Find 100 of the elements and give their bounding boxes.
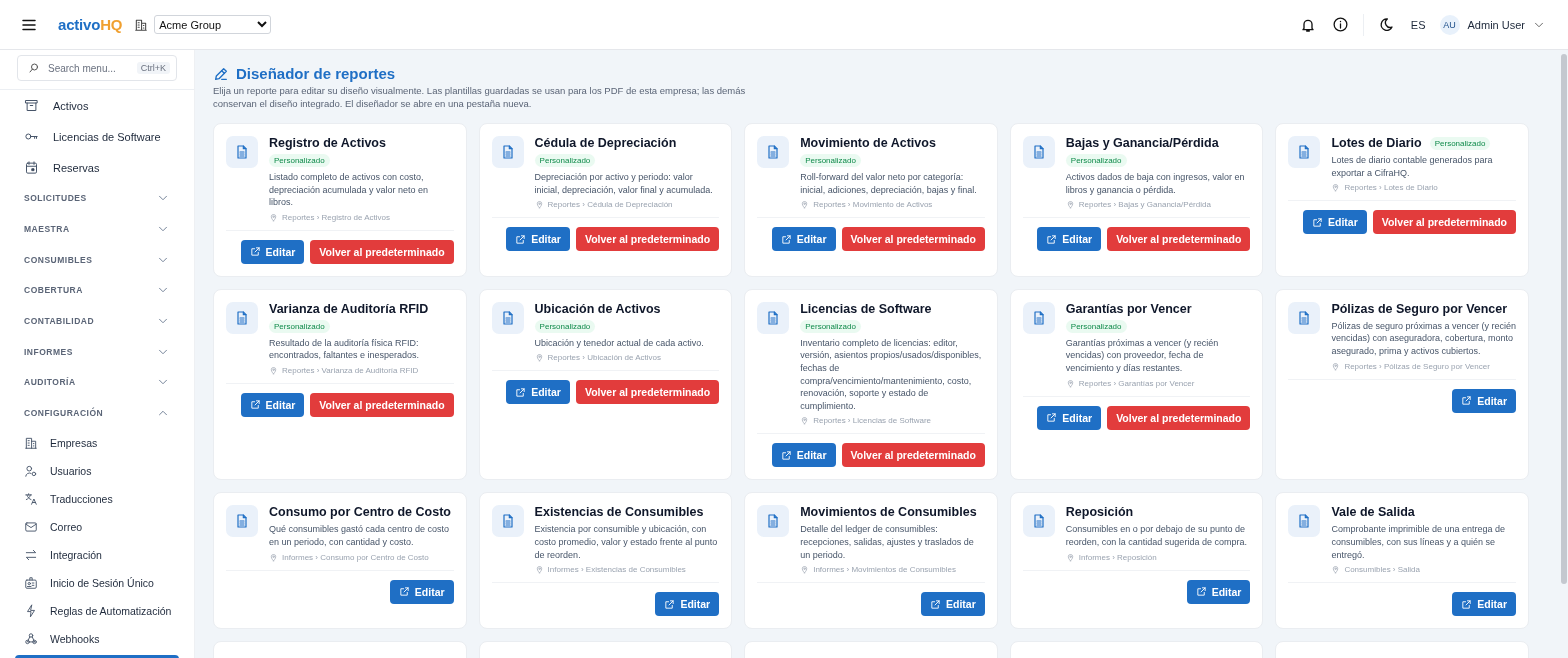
edit-button[interactable]: Editar [655, 592, 720, 617]
edit-button[interactable]: Editar [506, 380, 570, 405]
menu-group-header[interactable]: INFORMES [0, 336, 194, 368]
report-path: Reportes › Ubicación de Activos [534, 353, 720, 363]
report-description: Comprobante imprimible de una entrega de consumibles, con sus líneas y a quién se entregó. [1331, 523, 1506, 562]
shortcut-hint: Ctrl+K [136, 62, 170, 74]
reset-default-button[interactable]: Volver al predeterminado [841, 227, 985, 252]
report-path: Reportes › Garantías por Vencer [1065, 378, 1251, 388]
customized-badge: Personalizado [534, 319, 596, 333]
report-path: Reportes › Pólizas de Seguro por Vencer [1331, 361, 1516, 371]
customized-badge: Personalizado [1065, 154, 1127, 167]
customized-badge: Personalizado [1065, 319, 1127, 333]
report-title: Bajas y Ganancia/Pérdida [1065, 136, 1219, 150]
report-title: Pólizas de Seguro por Vencer [1331, 301, 1508, 316]
menu-item[interactable]: Activos [0, 90, 194, 121]
report-path: Consumibles › Salida [1331, 565, 1516, 575]
report-description: Roll-forward del valor neto por categoría: inicial, adiciones, depreciación, bajas y final. [800, 171, 978, 197]
report-description: Detalle del ledger de consumibles: recepciones, salidas, ajustes y traslados de un periodo. [800, 523, 975, 562]
reset-default-button[interactable]: Volver al predeterminado [575, 227, 720, 252]
reset-default-button[interactable]: Volver al predeterminado [575, 380, 720, 405]
report-description: Listado completo de activos con costo, depreciación acumulada y valor neto en libros. [269, 171, 430, 209]
user-name[interactable]: Admin User [1467, 18, 1525, 31]
reset-default-button[interactable]: Volver al predeterminado [310, 239, 454, 264]
report-description: Qué consumibles gastó cada centro de costo en un periodo, con cantidad y costo. [269, 523, 451, 549]
report-title: Varianza de Auditoría RFID [269, 301, 429, 316]
report-title: Lotes de Diario [1331, 136, 1422, 150]
report-path: Reportes › Registro de Activos [269, 212, 454, 222]
report-description: Pólizas de seguro próximas a vencer (y recién vencidas) con aseguradora, cobertura, monto asegurado, prima y activos cubiertos. [1331, 319, 1516, 358]
edit-button[interactable]: Editar [1037, 405, 1102, 430]
report-path: Reportes › Licencias de Software [800, 416, 985, 426]
menu-item[interactable]: Reservas [0, 152, 194, 183]
report-path: Informes › Consumo por Centro de Costo [269, 552, 454, 562]
report-title: Consumo por Centro de Costo [269, 505, 451, 520]
report-description: Consumibles en o por debajo de su punto de reorden, con la cantidad sugerida de compra. [1065, 523, 1248, 549]
edit-button[interactable]: Editar [240, 239, 305, 264]
edit-button[interactable]: Editar [240, 392, 305, 417]
report-description: Resultado de la auditoría física RFID: encontrados, faltantes e inesperados. [269, 336, 421, 362]
edit-button[interactable]: Editar [1302, 210, 1367, 235]
menu-item[interactable]: Inicio de Sesión Único [0, 568, 194, 597]
menu-group-header[interactable]: AUDITORÍA [0, 367, 194, 398]
report-title: Vale de Salida [1331, 505, 1415, 520]
report-path: Informes › Existencias de Consumibles [534, 565, 720, 575]
report-title: Licencias de Software [800, 301, 932, 316]
edit-button[interactable]: Editar [506, 227, 570, 252]
edit-button[interactable]: Editar [1452, 592, 1516, 617]
report-title: Movimientos de Consumibles [800, 505, 977, 520]
edit-button[interactable]: Editar [1452, 388, 1516, 413]
reset-default-button[interactable]: Volver al predeterminado [1372, 210, 1516, 235]
report-path: Informes › Movimientos de Consumibles [800, 565, 985, 575]
customized-badge: Personalizado [800, 154, 861, 167]
menu-item[interactable]: Integración [0, 540, 194, 569]
report-path: Reportes › Bajas y Ganancia/Pérdida [1065, 200, 1251, 210]
report-title: Reposición [1065, 505, 1134, 520]
menu-item[interactable]: Traducciones [0, 484, 194, 513]
menu-group-header[interactable]: CONFIGURACIÓN [0, 397, 194, 429]
reset-default-button[interactable]: Volver al predeterminado [841, 443, 985, 468]
menu-item[interactable]: Empresas [0, 428, 194, 457]
menu-group-header[interactable]: COBERTURA [0, 275, 194, 306]
report-description: Depreciación por activo y periodo: valor inicial, depreciación, valor final y acumulada. [534, 171, 714, 197]
reset-default-button[interactable]: Volver al predeterminado [1107, 227, 1251, 252]
customized-badge: Personalizado [1429, 136, 1491, 150]
edit-button[interactable]: Editar [1186, 579, 1251, 604]
report-title: Registro de Activos [269, 136, 386, 150]
menu-item[interactable]: Reglas de Automatización [0, 596, 194, 625]
menu-item[interactable]: Correo [0, 512, 194, 541]
menu-item[interactable]: Licencias de Software [0, 121, 194, 152]
report-description: Inventario completo de licencias: editor, versión, asientos propios/usados/disponibles, fechas de compra/vencimiento/mantenimiento, costo, renovación, soporte y estado de cumplimiento. [800, 336, 983, 413]
search-field[interactable]: Search menu... Ctrl+K [17, 55, 177, 81]
customized-badge: Personalizado [534, 154, 596, 167]
report-title: Ubicación de Activos [534, 301, 661, 316]
menu-group-header[interactable]: CONTABILIDAD [0, 305, 194, 337]
menu-group-header[interactable]: CONSUMIBLES [0, 244, 194, 276]
report-path: Informes › Reposición [1065, 552, 1251, 562]
report-path: Reportes › Movimiento de Activos [800, 200, 985, 210]
menu-item[interactable]: Usuarios [0, 456, 194, 485]
report-description: Garantías próximas a vencer (y recién vencidas) con proveedor, fecha de vencimiento y días restantes. [1065, 336, 1220, 375]
report-title: Movimiento de Activos [800, 136, 936, 150]
customized-badge: Personalizado [269, 319, 330, 333]
reset-default-button[interactable]: Volver al predeterminado [310, 392, 454, 417]
customized-badge: Personalizado [269, 154, 330, 167]
edit-button[interactable]: Editar [389, 579, 454, 604]
language-button[interactable]: ES [1410, 18, 1426, 31]
edit-button[interactable]: Editar [921, 592, 985, 617]
menu-item[interactable]: Webhooks [0, 624, 194, 653]
menu-group-header[interactable]: MAESTRA [0, 213, 194, 245]
reset-default-button[interactable]: Volver al predeterminado [1107, 405, 1251, 430]
report-description: Ubicación y tenedor actual de cada activo. [534, 336, 705, 350]
report-description: Activos dados de baja con ingresos, valor en libros y ganancia o pérdida. [1065, 171, 1246, 197]
company-select[interactable]: Acme Group [154, 15, 272, 34]
menu-group-header[interactable]: SOLICITUDES [0, 183, 194, 214]
brand-logo[interactable]: activoHQ [58, 16, 123, 33]
report-description: Lotes de diario contable generados para exportar a CifraHQ. [1331, 154, 1494, 180]
edit-button[interactable]: Editar [771, 443, 836, 468]
user-avatar[interactable]: AU [1439, 14, 1460, 35]
report-description: Existencia por consumible y ubicación, con costo promedio, valor y estado frente al punto de reorden. [534, 523, 719, 562]
customized-badge: Personalizado [800, 319, 861, 333]
edit-button[interactable]: Editar [1037, 227, 1102, 252]
report-title: Garantías por Vencer [1065, 301, 1192, 316]
edit-button[interactable]: Editar [771, 227, 836, 252]
report-title: Existencias de Consumibles [534, 505, 704, 520]
